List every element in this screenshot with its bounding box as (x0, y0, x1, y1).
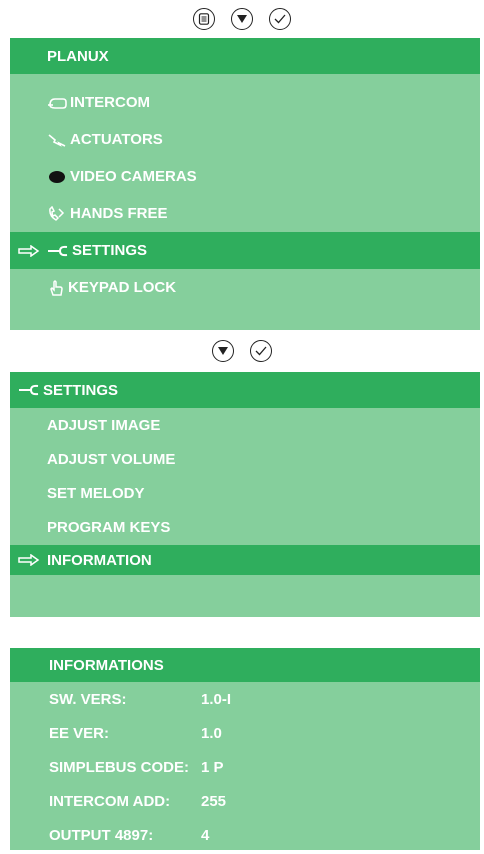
intercom-icon (47, 96, 67, 110)
info-label: SW. VERS: (49, 690, 127, 708)
hand-icon (47, 279, 65, 297)
info-row: SIMPLEBUS CODE: 1 P (10, 750, 480, 784)
menu-item-actuators[interactable]: ACTUATORS (10, 121, 480, 158)
info-label: EE VER: (49, 724, 110, 742)
settings-item-adjust-volume[interactable]: ADJUST VOLUME (10, 442, 480, 476)
menu-item-video-cameras[interactable]: VIDEO CAMERAS (10, 158, 480, 195)
selection-arrow-icon (18, 554, 40, 566)
settings-item-label: SET MELODY (47, 484, 145, 502)
menu-item-label: INTERCOM (70, 94, 150, 111)
main-menu-panel: PLANUX INTERCOM ACTUATORS VIDEO CAMERAS … (10, 38, 480, 330)
settings-item-label: INFORMATION (47, 551, 152, 569)
menu-item-keypad-lock[interactable]: KEYPAD LOCK (10, 269, 480, 306)
informations-panel: INFORMATIONS SW. VERS: 1.0-I EE VER: 1.0… (10, 648, 480, 850)
selection-arrow-icon (18, 244, 40, 257)
menu-item-label: VIDEO CAMERAS (70, 168, 197, 185)
down-arrow-icon[interactable] (231, 8, 253, 30)
info-label: OUTPUT 4897: (49, 826, 154, 844)
settings-title-bar: SETTINGS (10, 372, 480, 408)
menu-icon[interactable] (193, 8, 215, 30)
info-row: EE VER: 1.0 (10, 716, 480, 750)
settings-item-set-melody[interactable]: SET MELODY (10, 476, 480, 510)
settings-menu-panel: SETTINGS ADJUST IMAGE ADJUST VOLUME SET … (10, 372, 480, 617)
menu-item-intercom[interactable]: INTERCOM (10, 84, 480, 121)
handsfree-icon (47, 205, 67, 222)
menu-item-hands-free[interactable]: HANDS FREE (10, 195, 480, 232)
info-label: INTERCOM ADD: (49, 792, 171, 810)
informations-title: INFORMATIONS (10, 648, 480, 682)
info-value: 255 (201, 792, 227, 810)
settings-title: SETTINGS (43, 381, 119, 399)
settings-item-label: ADJUST IMAGE (47, 416, 161, 434)
settings-item-label: PROGRAM KEYS (47, 518, 171, 536)
menu-item-label: SETTINGS (72, 242, 148, 259)
down-arrow-icon[interactable] (212, 340, 234, 362)
info-value: 4 (201, 826, 210, 844)
check-icon[interactable] (250, 340, 272, 362)
settings-item-information[interactable]: INFORMATION (10, 545, 480, 575)
menu-item-label: HANDS FREE (70, 205, 168, 222)
mid-controls (0, 340, 484, 362)
info-value: 1.0 (201, 724, 222, 742)
wrench-icon (18, 384, 40, 396)
top-controls (0, 8, 484, 30)
info-value: 1 P (201, 758, 224, 776)
info-label: SIMPLEBUS CODE: (49, 758, 190, 776)
menu-item-label: KEYPAD LOCK (68, 279, 177, 296)
wrench-icon (47, 245, 69, 257)
main-menu-title: PLANUX (10, 38, 480, 74)
actuators-icon (47, 133, 67, 147)
settings-item-adjust-image[interactable]: ADJUST IMAGE (10, 408, 480, 442)
check-icon[interactable] (269, 8, 291, 30)
settings-item-program-keys[interactable]: PROGRAM KEYS (10, 510, 480, 544)
info-value: 1.0-I (201, 690, 232, 708)
info-row: OUTPUT 4897: 4 (10, 818, 480, 852)
camera-icon (47, 170, 67, 184)
info-row: SW. VERS: 1.0-I (10, 682, 480, 716)
menu-item-label: ACTUATORS (70, 131, 163, 148)
info-row: INTERCOM ADD: 255 (10, 784, 480, 818)
settings-item-label: ADJUST VOLUME (47, 450, 176, 468)
menu-item-settings[interactable]: SETTINGS (10, 232, 480, 269)
